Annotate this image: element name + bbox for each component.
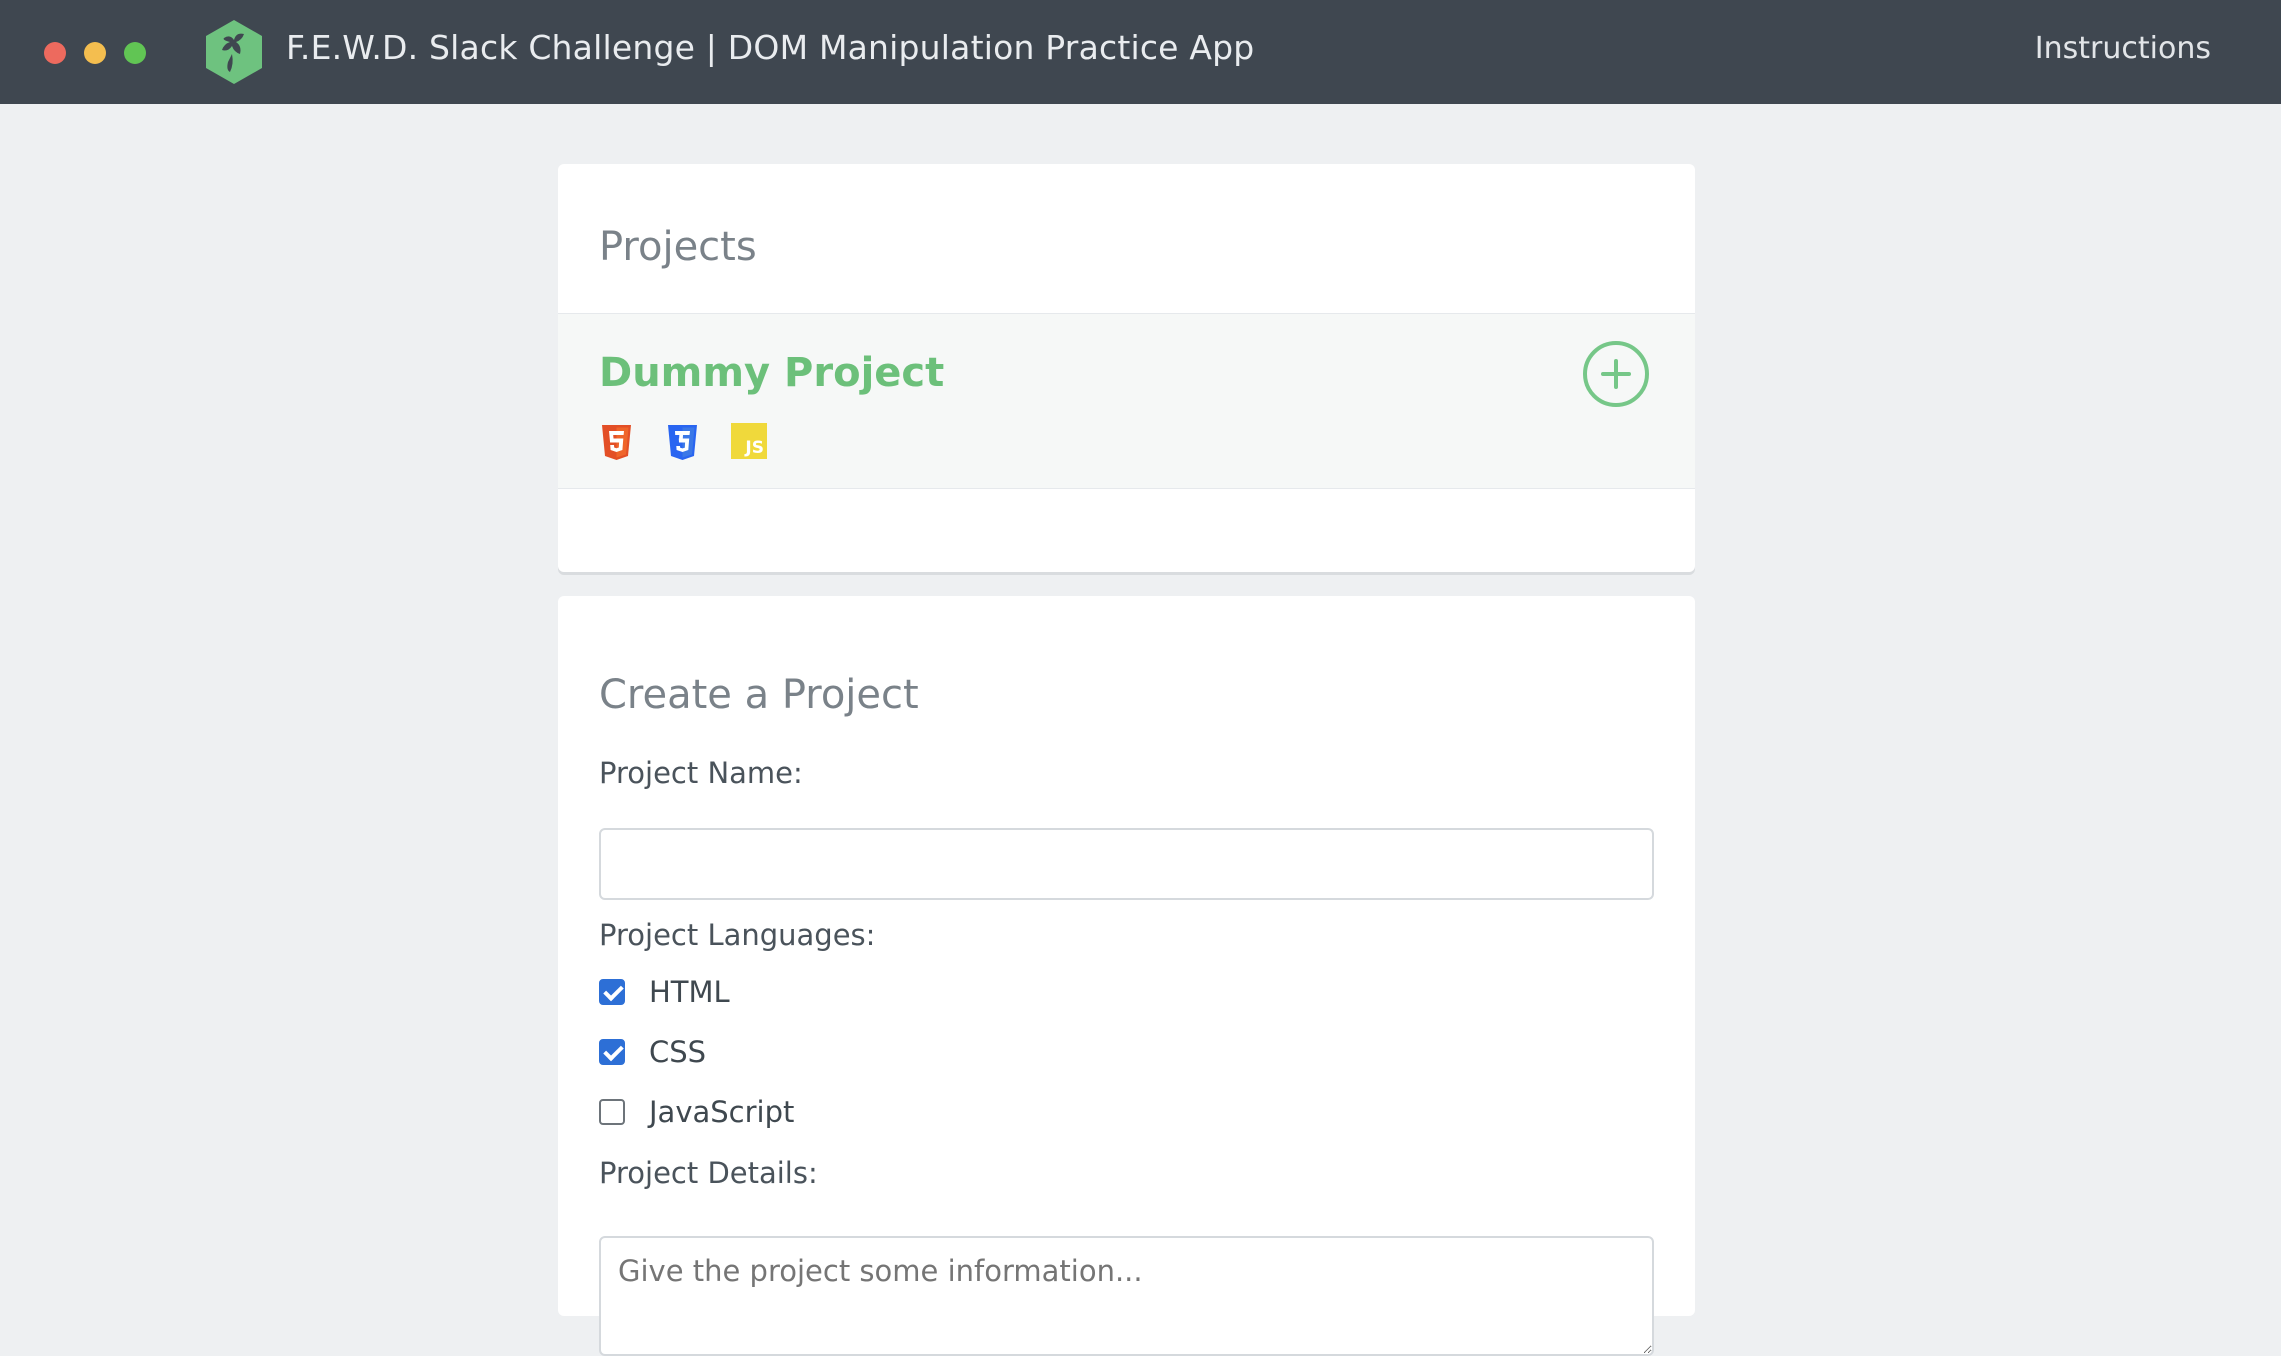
- projects-card: Projects Dummy Project JS: [558, 164, 1695, 572]
- close-window-button[interactable]: [44, 42, 66, 64]
- project-details-label: Project Details:: [599, 1156, 818, 1190]
- javascript-icon: JS: [731, 423, 767, 459]
- language-option-html[interactable]: HTML: [599, 975, 730, 1009]
- html-checkbox-label[interactable]: HTML: [649, 975, 730, 1009]
- minimize-window-button[interactable]: [84, 42, 106, 64]
- project-languages-label: Project Languages:: [599, 918, 876, 952]
- create-project-heading: Create a Project: [599, 672, 919, 718]
- app-title: F.E.W.D. Slack Challenge | DOM Manipulat…: [286, 28, 1255, 67]
- js-badge-text: JS: [745, 438, 764, 458]
- project-name-input[interactable]: [599, 828, 1654, 900]
- instructions-link[interactable]: Instructions: [2035, 31, 2211, 66]
- window-controls: [44, 42, 146, 64]
- language-option-javascript[interactable]: JavaScript: [599, 1095, 794, 1129]
- html-checkbox[interactable]: [599, 979, 625, 1005]
- html5-icon: [602, 425, 631, 460]
- treehouse-logo-icon: [206, 20, 262, 84]
- project-details-textarea[interactable]: [599, 1236, 1654, 1356]
- maximize-window-button[interactable]: [124, 42, 146, 64]
- language-option-css[interactable]: CSS: [599, 1035, 706, 1069]
- css3-icon: [668, 425, 697, 460]
- add-project-button[interactable]: [1583, 341, 1649, 407]
- css-checkbox[interactable]: [599, 1039, 625, 1065]
- projects-heading: Projects: [599, 224, 757, 270]
- javascript-checkbox[interactable]: [599, 1099, 625, 1125]
- project-name[interactable]: Dummy Project: [599, 350, 944, 396]
- create-project-card: Create a Project Project Name: Project L…: [558, 596, 1695, 1356]
- project-list-item: Dummy Project JS: [558, 313, 1695, 489]
- project-name-label: Project Name:: [599, 756, 803, 790]
- project-language-icons: JS: [599, 423, 767, 461]
- javascript-checkbox-label[interactable]: JavaScript: [649, 1095, 794, 1129]
- app-header: F.E.W.D. Slack Challenge | DOM Manipulat…: [0, 0, 2281, 104]
- css-checkbox-label[interactable]: CSS: [649, 1035, 706, 1069]
